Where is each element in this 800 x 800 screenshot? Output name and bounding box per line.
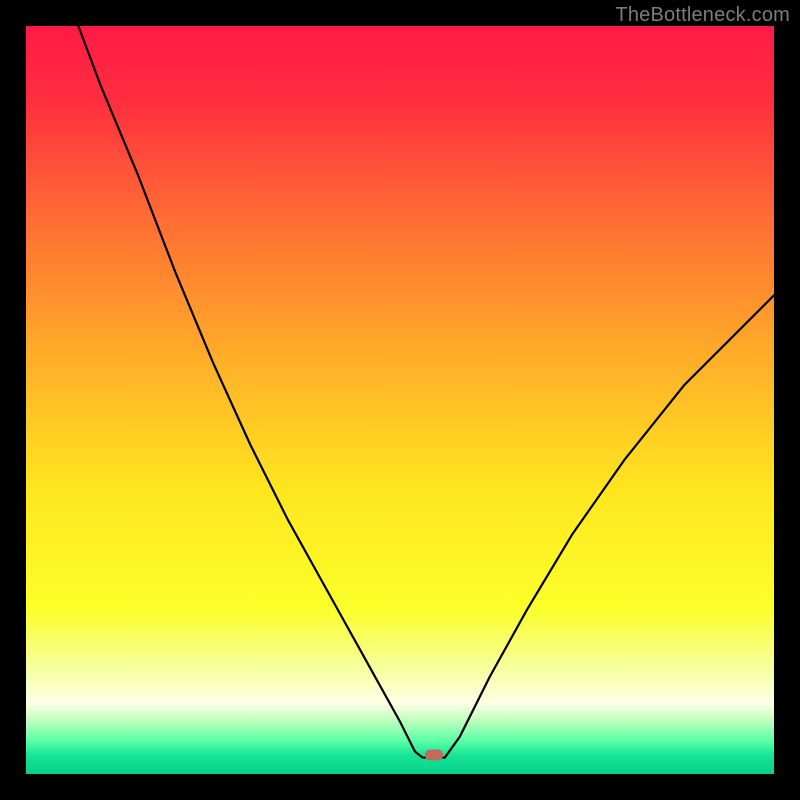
watermark-text: TheBottleneck.com <box>615 4 790 27</box>
minimum-marker <box>425 750 443 761</box>
chart-frame: TheBottleneck.com <box>0 0 800 800</box>
bottleneck-curve <box>26 26 774 774</box>
plot-area <box>26 26 774 774</box>
